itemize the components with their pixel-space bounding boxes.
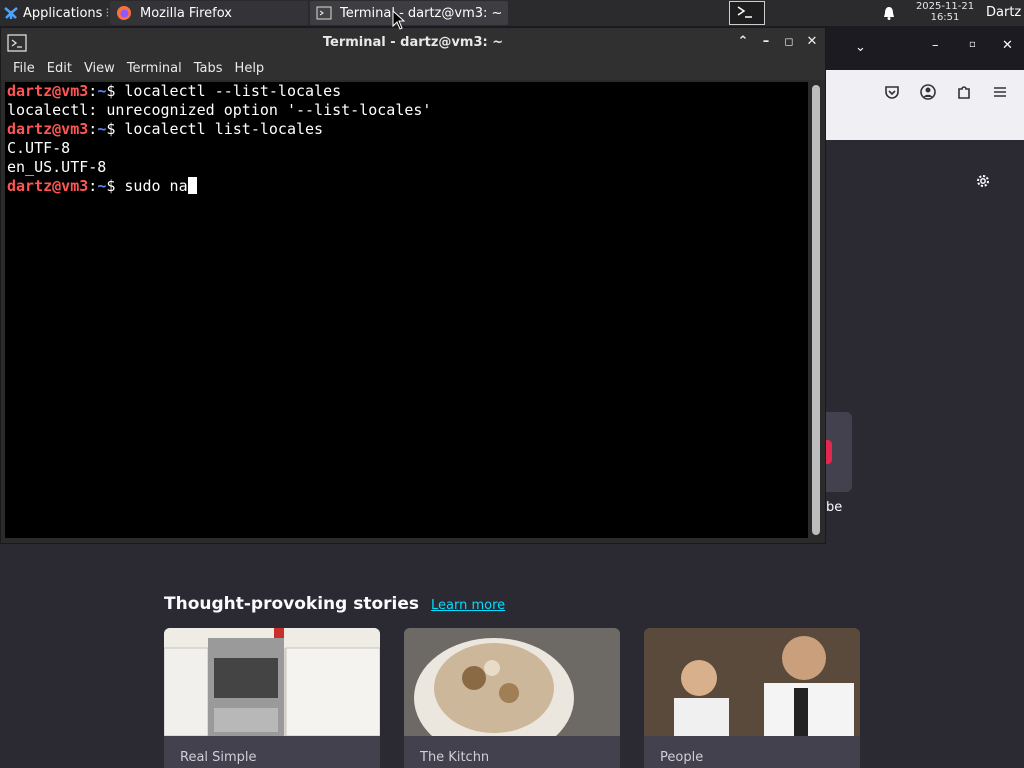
story-card[interactable]: The Kitchn <box>404 628 620 768</box>
taskbar-terminal[interactable]: Terminal - dartz@vm3: ~ <box>310 1 508 25</box>
menu-separator-icon: ⁝ <box>105 5 110 21</box>
applications-label: Applications <box>23 5 103 21</box>
terminal-title: Terminal - dartz@vm3: ~ <box>322 35 504 50</box>
window-shade-up-icon[interactable]: ⌃ <box>735 34 751 50</box>
command-text: localectl --list-locales <box>115 82 342 100</box>
terminal-window[interactable]: Terminal - dartz@vm3: ~ ⌃ – ◻ ✕ File Edi… <box>0 27 826 544</box>
maximize-icon[interactable]: ▫ <box>969 39 976 50</box>
hamburger-menu-icon[interactable] <box>991 83 1009 101</box>
prompt-user: dartz@vm3 <box>7 120 89 138</box>
account-icon[interactable] <box>919 83 937 101</box>
window-close-icon[interactable]: ✕ <box>804 34 820 50</box>
story-source: People <box>660 750 704 765</box>
settings-gear-icon[interactable] <box>974 172 992 190</box>
taskbar-terminal-label: Terminal - dartz@vm3: ~ <box>340 5 503 21</box>
story-image-people <box>644 628 860 736</box>
menu-help[interactable]: Help <box>229 58 271 80</box>
terminal-command-line: dartz@vm3:~$ localectl --list-locales <box>5 82 808 101</box>
menu-terminal[interactable]: Terminal <box>121 58 188 80</box>
command-text: localectl list-locales <box>115 120 324 138</box>
firefox-icon <box>117 6 131 20</box>
terminal-scrollbar[interactable] <box>809 82 823 538</box>
pocket-icon[interactable] <box>883 83 901 101</box>
menu-edit[interactable]: Edit <box>41 58 78 80</box>
scrollbar-thumb[interactable] <box>812 85 820 535</box>
taskbar-firefox[interactable]: Mozilla Firefox <box>110 1 308 25</box>
terminal-launcher-icon[interactable] <box>729 1 765 25</box>
mouse-pointer-icon <box>392 10 406 30</box>
prompt-user: dartz@vm3 <box>7 82 89 100</box>
terminal-command-line: dartz@vm3:~$ localectl list-locales <box>5 120 808 139</box>
clock-time: 16:51 <box>930 12 960 23</box>
story-card[interactable]: Real Simple <box>164 628 380 768</box>
xfce-logo-icon <box>4 7 18 19</box>
learn-more-link[interactable]: Learn more <box>431 598 505 613</box>
menu-view[interactable]: View <box>78 58 121 80</box>
prompt-path: ~ <box>97 120 107 138</box>
story-image-dessert <box>404 628 620 736</box>
text-cursor <box>187 177 197 194</box>
window-maximize-icon[interactable]: ◻ <box>781 34 797 50</box>
prompt-colon: : <box>88 177 98 195</box>
menu-file[interactable]: File <box>1 58 41 80</box>
story-card[interactable]: People <box>644 628 860 768</box>
prompt-user: dartz@vm3 <box>7 177 89 195</box>
applications-menu[interactable]: Applications ⁝ <box>0 0 110 26</box>
terminal-command-line: dartz@vm3:~$ sudo na <box>5 177 808 196</box>
prompt-colon: : <box>88 82 98 100</box>
terminal-menubar: File Edit View Terminal Tabs Help <box>1 58 825 80</box>
story-source: Real Simple <box>180 750 257 765</box>
firefox-titlebar: ⌄ – ▫ ✕ <box>826 26 1024 70</box>
extensions-icon[interactable] <box>955 83 973 101</box>
window-minimize-icon[interactable]: – <box>758 34 774 50</box>
top-panel: Applications ⁝ Mozilla Firefox Terminal … <box>0 0 1024 26</box>
clock[interactable]: 2025-11-21 16:51 <box>913 1 977 23</box>
stories-heading: Thought-provoking stories <box>164 594 420 614</box>
story-source: The Kitchn <box>420 750 490 765</box>
terminal-titlebar[interactable]: Terminal - dartz@vm3: ~ ⌃ – ◻ ✕ <box>1 28 825 58</box>
prompt-path: ~ <box>97 177 107 195</box>
top-site-logo-icon <box>826 440 832 464</box>
story-image-kitchen <box>164 628 380 736</box>
close-icon[interactable]: ✕ <box>1002 38 1013 53</box>
taskbar-firefox-label: Mozilla Firefox <box>140 5 232 21</box>
clock-date: 2025-11-21 <box>915 1 975 12</box>
prompt-colon: : <box>88 120 98 138</box>
tab-list-chevron-icon[interactable]: ⌄ <box>855 40 866 55</box>
user-menu[interactable]: Dartz <box>986 5 1021 20</box>
top-site-label[interactable]: be <box>826 500 842 515</box>
firefox-toolbar <box>826 70 1024 140</box>
terminal-output-line: localectl: unrecognized option '--list-l… <box>7 101 432 119</box>
terminal-screen[interactable]: dartz@vm3:~$ localectl --list-locales loc… <box>5 82 808 538</box>
minimize-icon[interactable]: – <box>932 38 939 53</box>
notification-bell-icon[interactable] <box>881 5 897 21</box>
terminal-icon <box>316 6 332 20</box>
terminal-output-line: en_US.UTF-8 <box>7 158 107 176</box>
menu-tabs[interactable]: Tabs <box>188 58 229 80</box>
command-text: sudo na <box>115 177 188 195</box>
terminal-output-line: C.UTF-8 <box>7 139 71 157</box>
prompt-path: ~ <box>97 82 107 100</box>
